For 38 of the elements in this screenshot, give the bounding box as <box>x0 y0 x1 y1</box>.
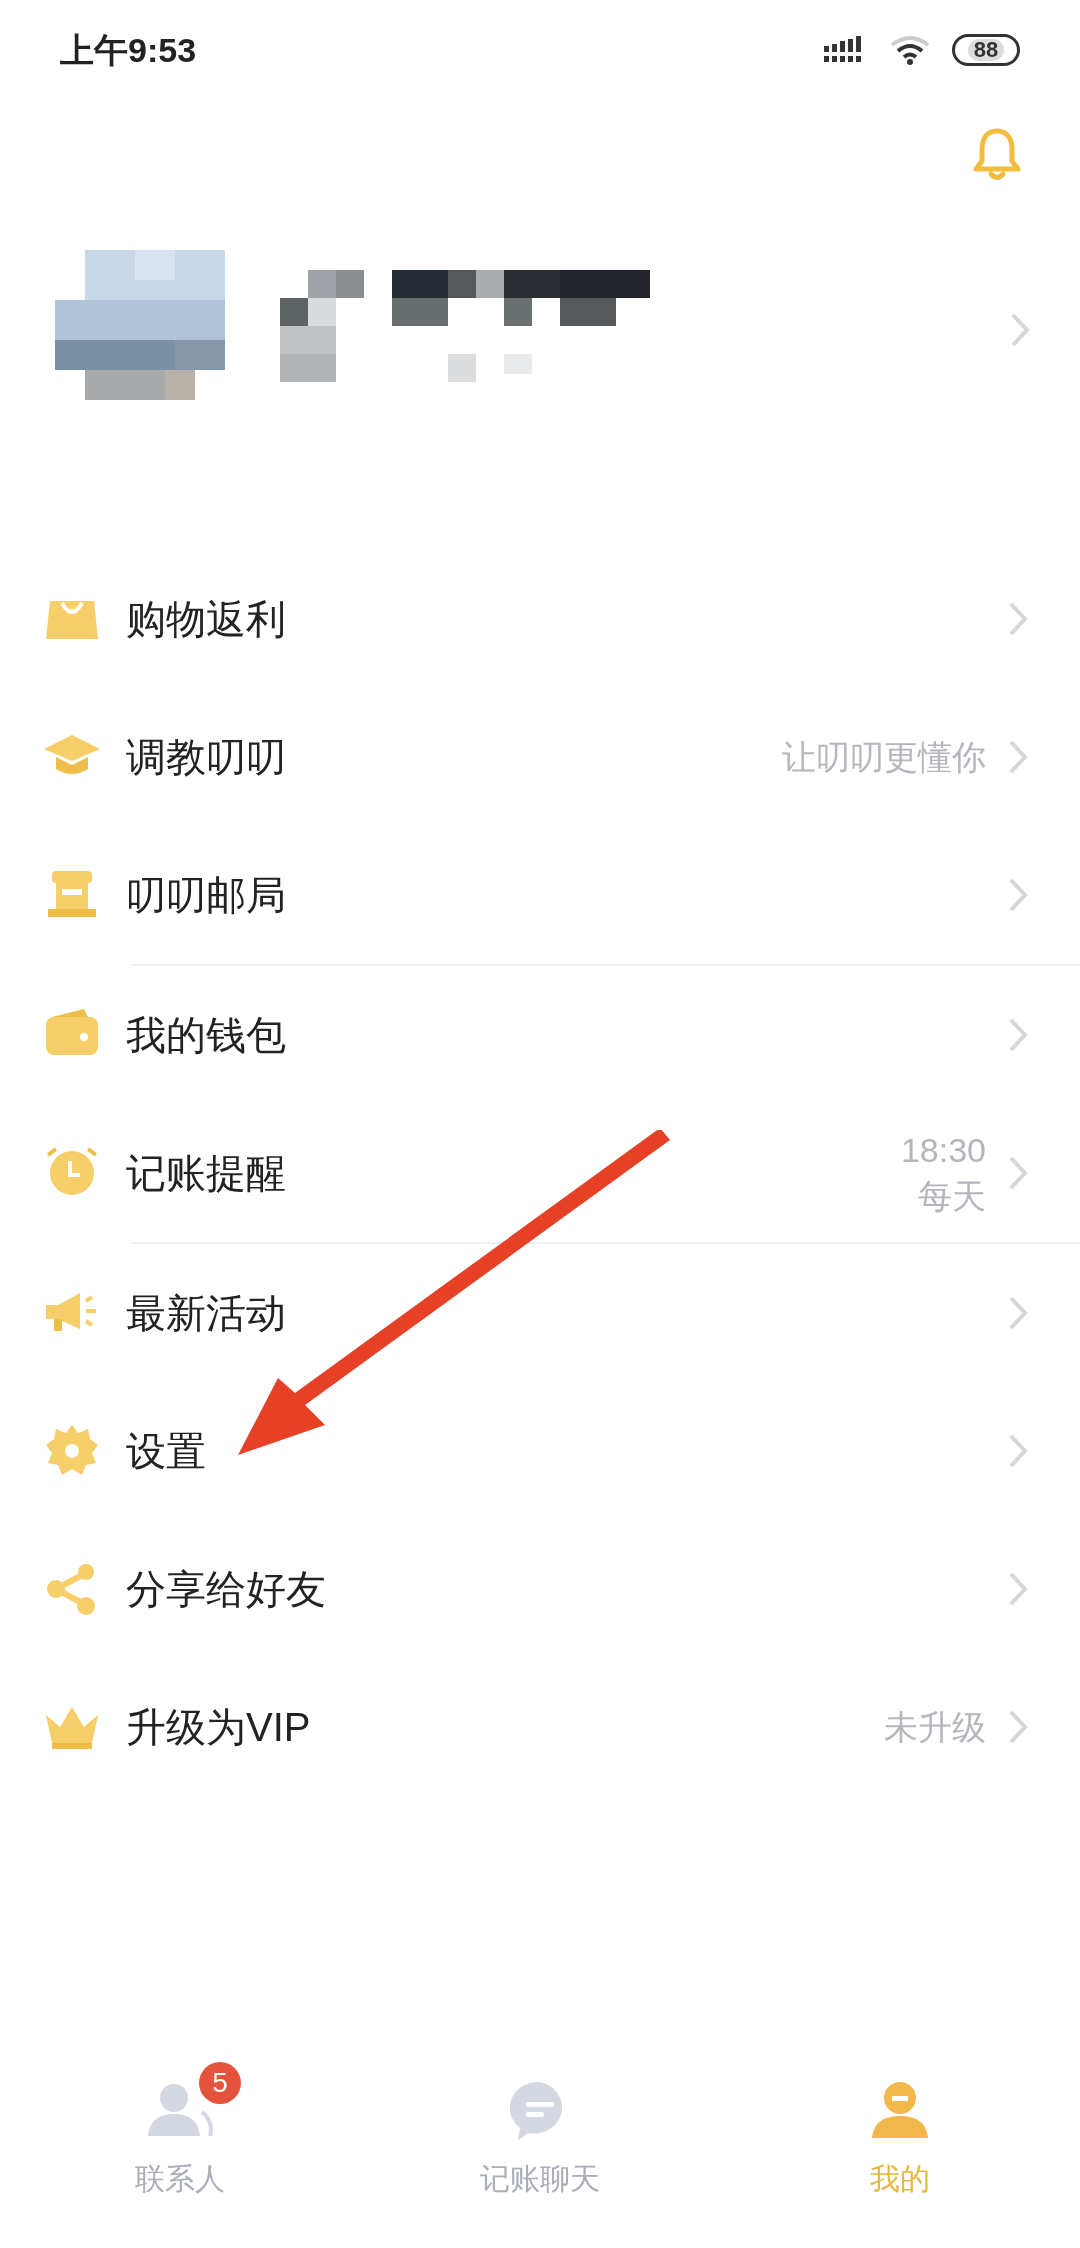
menu-label: 购物返利 <box>126 596 287 643</box>
chevron-right-icon <box>1008 1017 1028 1053</box>
menu-label: 分享给好友 <box>126 1566 327 1613</box>
menu-label: 调教叨叨 <box>126 734 287 781</box>
chevron-right-icon <box>1008 601 1028 637</box>
chevron-right-icon <box>1008 1709 1028 1745</box>
menu-label: 我的钱包 <box>126 1012 287 1059</box>
menu-item[interactable]: 设置 <box>0 1382 1080 1520</box>
menu-item[interactable]: 叨叨邮局 <box>0 826 1080 964</box>
status-time: 上午9:53 <box>60 29 197 71</box>
chevron-right-icon <box>1008 1155 1028 1191</box>
menu-label: 记账提醒 <box>126 1150 287 1197</box>
chevron-right-icon <box>1008 739 1028 775</box>
chevron-right-icon <box>1008 1433 1028 1469</box>
menu-item[interactable]: 调教叨叨 让叨叨更懂你 <box>0 688 1080 826</box>
menu-item[interactable]: 购物返利 <box>0 550 1080 688</box>
chevron-right-icon <box>1008 877 1028 913</box>
menu-item[interactable]: 我的钱包 <box>0 966 1080 1104</box>
wifi-icon <box>890 35 930 65</box>
menu-label: 最新活动 <box>126 1290 287 1337</box>
menu-item[interactable]: 升级为VIP 未升级 <box>0 1658 1080 1796</box>
menu-item[interactable]: 分享给好友 <box>0 1520 1080 1658</box>
menu-detail: 每天 <box>918 1176 986 1217</box>
chevron-right-icon <box>1008 1295 1028 1331</box>
bell-icon[interactable] <box>972 127 1022 183</box>
menu-label: 叨叨邮局 <box>126 872 287 919</box>
menu-label: 设置 <box>126 1428 207 1475</box>
nav-tab[interactable]: 5 联系人 <box>0 2058 360 2248</box>
menu-detail: 让叨叨更懂你 <box>782 737 986 778</box>
chevron-right-icon[interactable] <box>1010 312 1030 348</box>
chevron-right-icon <box>1008 1571 1028 1607</box>
menu-detail: 18:30 <box>900 1130 986 1171</box>
battery-indicator: 88 <box>952 34 1020 66</box>
menu-item[interactable]: 记账提醒 18:30 每天 <box>0 1104 1080 1242</box>
menu-detail: 未升级 <box>884 1707 986 1748</box>
notification-badge: 5 <box>199 2062 241 2104</box>
menu-label: 升级为VIP <box>126 1704 312 1751</box>
menu-item[interactable]: 最新活动 <box>0 1244 1080 1382</box>
